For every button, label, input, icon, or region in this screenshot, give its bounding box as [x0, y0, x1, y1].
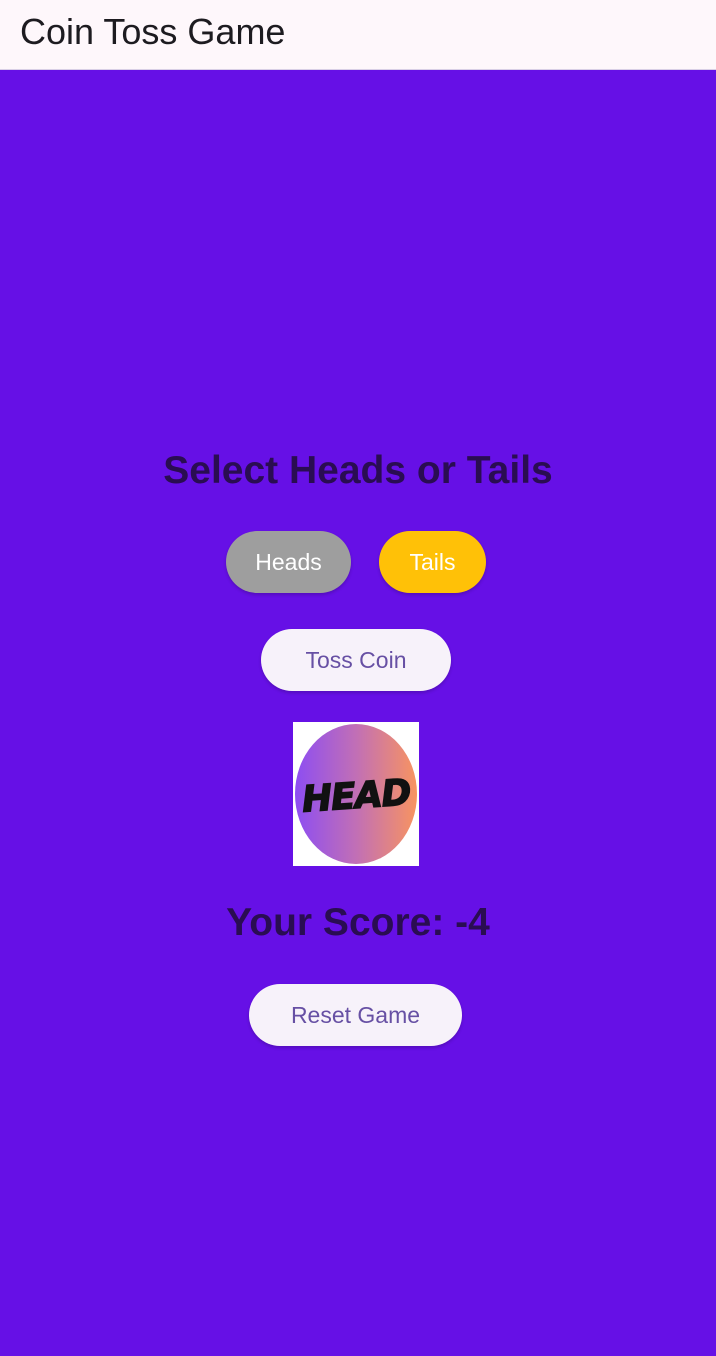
toss-coin-button[interactable]: Toss Coin [261, 629, 451, 691]
score-text: Your Score: -4 [226, 901, 490, 944]
reset-game-button[interactable]: Reset Game [249, 984, 462, 1046]
tails-button[interactable]: Tails [379, 531, 486, 593]
coin-image: HEAD [293, 722, 419, 866]
coin-head-icon: HEAD [295, 724, 417, 864]
app-title: Coin Toss Game [20, 11, 286, 52]
select-prompt: Select Heads or Tails [163, 449, 553, 492]
coin-face-text: HEAD [301, 772, 412, 820]
heads-button[interactable]: Heads [226, 531, 351, 593]
main-content: Select Heads or Tails Heads Tails Toss C… [0, 70, 716, 1356]
app-bar: Coin Toss Game [0, 0, 716, 70]
